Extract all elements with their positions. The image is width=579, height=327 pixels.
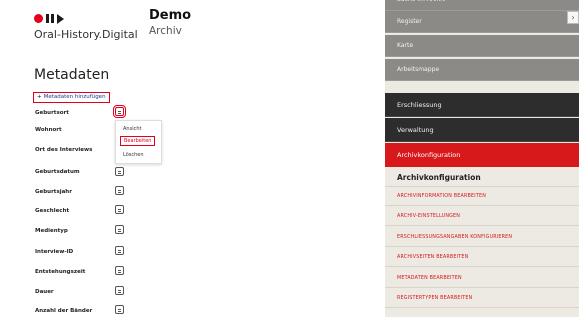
sidebar-item-archive-search[interactable]: Suche im Archiv <box>385 0 579 11</box>
field-label: Interview-ID <box>35 249 74 255</box>
field-label: Medientyp <box>35 228 68 234</box>
field-menu-button[interactable] <box>115 246 124 255</box>
sidebar-item-administration[interactable]: Verwaltung <box>385 118 579 142</box>
add-metadata-button[interactable]: + Metadaten hinzufügen <box>33 92 110 103</box>
add-metadata-label: Metadaten hinzufügen <box>43 94 106 100</box>
field-menu-button[interactable] <box>115 266 124 275</box>
divider <box>385 287 579 288</box>
field-label: Anzahl der Bänder <box>35 308 93 314</box>
field-menu-button[interactable] <box>115 286 124 295</box>
main-panel: Oral-History.Digital Demo Archiv Metadat… <box>0 0 385 317</box>
brand-name: Oral-History.Digital <box>34 28 138 41</box>
field-menu-button[interactable] <box>115 205 124 214</box>
divider <box>385 225 579 226</box>
field-label: Entstehungszeit <box>35 269 86 275</box>
field-row: Entstehungszeit <box>35 266 135 288</box>
sidebar-item-workbook[interactable]: Arbeitsmappe <box>385 59 579 81</box>
sidebar-link-archive-information[interactable]: ARCHIVINFORMATION BEARBEITEN <box>397 194 486 199</box>
field-menu-button[interactable] <box>113 105 126 118</box>
field-menu-button[interactable] <box>115 167 124 176</box>
divider <box>385 307 579 308</box>
field-label: Geburtsdatum <box>35 169 80 175</box>
sidebar-item-map[interactable]: Karte <box>385 35 579 57</box>
dropdown-item-view[interactable]: Ansicht <box>123 126 141 132</box>
field-row: Anzahl der Bänder <box>35 305 135 327</box>
field-label: Wohnort <box>35 127 62 133</box>
project-subtitle: Archiv <box>149 25 182 37</box>
field-menu-button[interactable] <box>115 186 124 195</box>
field-actions-dropdown: Ansicht Bearbeiten Löschen <box>115 120 162 164</box>
sidebar-item-register[interactable]: Register <box>385 11 579 33</box>
sidebar-item-archive-configuration[interactable]: Archivkonfiguration <box>385 143 579 167</box>
field-label: Geburtsort <box>35 110 69 116</box>
sidebar-link-archive-pages[interactable]: ARCHIVSEITEN BEARBEITEN <box>397 255 468 260</box>
plus-icon: + <box>37 94 42 100</box>
field-row: Medientyp <box>35 225 135 247</box>
field-row: Geburtsdatum <box>35 167 135 188</box>
field-menu-button[interactable] <box>115 225 124 234</box>
field-row: Interview-ID <box>35 246 135 268</box>
collapse-icon[interactable]: › <box>567 11 579 24</box>
page-title: Metadaten <box>34 67 110 83</box>
field-row: Geschlecht <box>35 205 135 227</box>
sidebar-link-archive-settings[interactable]: ARCHIV-EINSTELLUNGEN <box>397 214 460 219</box>
sidebar-link-metadata[interactable]: METADATEN BEARBEITEN <box>397 276 462 281</box>
sidebar-link-register-types[interactable]: REGISTERTYPEN BEARBEITEN <box>397 296 472 301</box>
project-title: Demo <box>149 8 192 23</box>
field-label: Ort des Interviews <box>35 147 93 153</box>
field-label: Geburtsjahr <box>35 189 72 195</box>
divider <box>385 186 579 187</box>
divider <box>385 246 579 247</box>
dropdown-item-edit[interactable]: Bearbeiten <box>120 136 156 146</box>
divider <box>385 205 579 206</box>
field-label: Geschlecht <box>35 208 70 214</box>
sidebar: Suche im Archiv Register Karte Arbeitsma… <box>385 0 579 317</box>
sidebar-link-indexing-config[interactable]: ERSCHLIESSUNGSANGABEN KONFIGURIEREN <box>397 235 512 240</box>
dropdown-item-delete[interactable]: Löschen <box>123 152 144 158</box>
divider <box>385 266 579 267</box>
sidebar-section-title: Archivkonfiguration <box>397 173 481 182</box>
field-label: Dauer <box>35 289 54 295</box>
sidebar-item-indexing[interactable]: Erschliessung <box>385 93 579 117</box>
field-menu-button[interactable] <box>115 305 124 314</box>
ohd-logo-icon <box>34 14 74 24</box>
